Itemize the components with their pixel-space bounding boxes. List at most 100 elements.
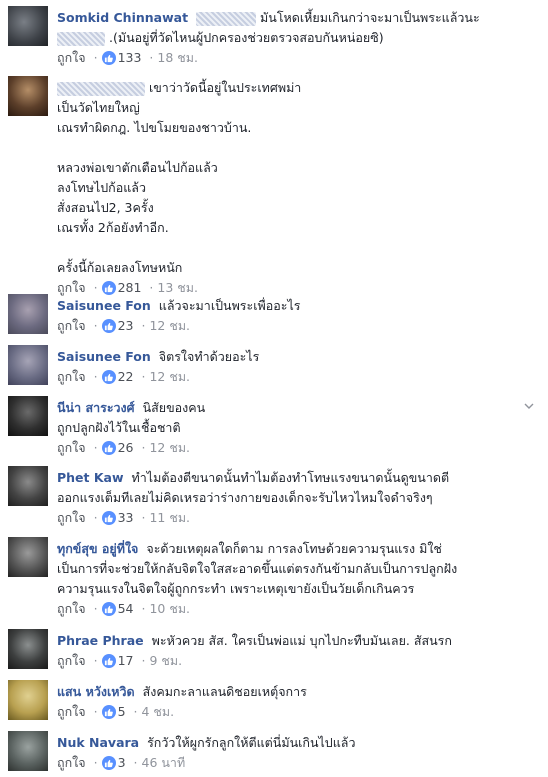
commenter-name[interactable]: Somkid Chinnawat	[57, 10, 188, 25]
comment-text: เป็นการที่จะช่วยให้กลับจิตใจใสสะอาดขึ้นแ…	[57, 561, 458, 576]
like-count[interactable]: 22	[118, 367, 134, 387]
like-icon	[101, 705, 116, 719]
comment-meta: ถูกใจ · 23 · 12 ชม.	[57, 316, 538, 336]
like-count[interactable]: 17	[118, 651, 134, 671]
like-count[interactable]: 133	[118, 48, 142, 68]
timestamp[interactable]: 11 ชม.	[149, 508, 190, 528]
comment-text: ออกแรงเต็มทีเลยไม่คิดเหรอว่าร่างกายของเด…	[57, 490, 433, 505]
comment-text: ครั้งนี้ก้อเลยลงโทษหนัก	[57, 260, 183, 275]
commenter-name[interactable]: Saisunee Fon	[57, 349, 151, 364]
commenter-name[interactable]: Nuk Navara	[57, 735, 139, 750]
timestamp[interactable]: 4 ชม.	[142, 702, 175, 722]
separator: ·	[141, 440, 146, 455]
comment-meta: ถูกใจ · 54 · 10 ชม.	[57, 599, 538, 619]
like-count[interactable]: 33	[118, 508, 134, 528]
separator: ·	[93, 510, 98, 525]
chevron-down-icon[interactable]	[524, 400, 534, 410]
comment-text: รักวัวให้ผูกรักลูกให้ตีแต่นี่มันเกินไปแล…	[147, 735, 356, 750]
like-button[interactable]: ถูกใจ	[57, 48, 86, 68]
avatar[interactable]	[8, 731, 48, 771]
comment-meta: ถูกใจ · 17 · 9 ชม.	[57, 651, 538, 671]
commenter-name[interactable]: นีน่า สาระวงศ์	[57, 400, 135, 415]
separator: ·	[93, 601, 98, 616]
comment-meta: ถูกใจ · 5 · 4 ชม.	[57, 702, 538, 722]
comment-text: ถูกปลูกฝังไว้ในเชื้อชาติ	[57, 420, 181, 435]
commenter-name[interactable]: Phrae Phrae	[57, 633, 144, 648]
like-icon	[101, 370, 116, 384]
like-button[interactable]: ถูกใจ	[57, 438, 86, 458]
redacted-text	[57, 31, 105, 46]
avatar[interactable]	[8, 537, 48, 577]
separator: ·	[93, 369, 98, 384]
avatar[interactable]	[8, 680, 48, 720]
like-count[interactable]: 3	[118, 753, 126, 773]
separator: ·	[149, 280, 154, 295]
like-count[interactable]: 23	[118, 316, 134, 336]
comment-text: .(มันอยู่ที่วัดไหนผู้ปกครองช่วยตรวจสอบกั…	[108, 30, 384, 45]
comment-meta: ถูกใจ · 22 · 12 ชม.	[57, 367, 538, 387]
comment-text: สังคมกะลาแลนดิชอยเหตุ์จการ	[142, 684, 307, 699]
like-button[interactable]: ถูกใจ	[57, 753, 86, 773]
timestamp[interactable]: 18 ชม.	[157, 48, 198, 68]
comment-text: เณรทำผิดกฎ. ไปขโมยของชาวบ้าน.	[57, 120, 252, 135]
avatar[interactable]	[8, 396, 48, 436]
like-button[interactable]: ถูกใจ	[57, 367, 86, 387]
like-icon	[101, 511, 116, 525]
avatar[interactable]	[8, 345, 48, 385]
like-count[interactable]: 54	[118, 599, 134, 619]
like-icon	[101, 281, 116, 295]
comment-text: ความรุนแรงในจิตใจผู้ถูกกระทำ เพราะเหตุเข…	[57, 581, 415, 596]
comment-meta: ถูกใจ · 33 · 11 ชม.	[57, 508, 538, 528]
redacted-name	[57, 81, 145, 96]
timestamp[interactable]: 12 ชม.	[149, 438, 190, 458]
separator: ·	[133, 704, 138, 719]
like-icon	[101, 602, 116, 616]
commenter-name[interactable]: ทุกข์สุข อยู่ที่ใจ	[57, 541, 138, 556]
comment-text: พะหัวควย สัส. ใครเป็นพ่อแม่ บุกไปกะทืบมั…	[151, 633, 452, 648]
like-icon	[101, 654, 116, 668]
timestamp[interactable]: 10 ชม.	[149, 599, 190, 619]
separator: ·	[93, 755, 98, 770]
comment-meta: ถูกใจ · 3 · 46 นาที	[57, 753, 538, 773]
like-icon	[101, 51, 116, 65]
timestamp[interactable]: 9 ชม.	[149, 651, 182, 671]
avatar[interactable]	[8, 466, 48, 506]
timestamp[interactable]: 13 ชม.	[157, 278, 198, 298]
comment-text: นิสัยของคน	[142, 400, 206, 415]
comment-text: มันโหดเหี้ยมเกินกว่าจะมาเป็นพระแล้วนะ	[260, 10, 480, 25]
like-button[interactable]: ถูกใจ	[57, 508, 86, 528]
comment-text: จะด้วยเหตุผลใดก็ตาม การลงโทษด้วยความรุนแ…	[146, 541, 442, 556]
redacted-text	[196, 11, 257, 26]
timestamp[interactable]: 12 ชม.	[149, 367, 190, 387]
like-button[interactable]: ถูกใจ	[57, 316, 86, 336]
like-count[interactable]: 281	[118, 278, 142, 298]
like-icon	[101, 756, 116, 770]
comment-text: เป็นวัดไทยใหญ่	[57, 100, 140, 115]
like-count[interactable]: 26	[118, 438, 134, 458]
avatar[interactable]	[8, 629, 48, 669]
separator: ·	[141, 601, 146, 616]
separator: ·	[93, 704, 98, 719]
comment-meta: ถูกใจ · 281 · 13 ชม.	[57, 278, 538, 298]
like-icon	[101, 441, 116, 455]
timestamp[interactable]: 12 ชม.	[149, 316, 190, 336]
avatar[interactable]	[8, 6, 48, 46]
commenter-name[interactable]: Saisunee Fon	[57, 298, 151, 313]
like-button[interactable]: ถูกใจ	[57, 278, 86, 298]
like-button[interactable]: ถูกใจ	[57, 702, 86, 722]
timestamp[interactable]: 46 นาที	[142, 753, 186, 773]
separator: ·	[141, 369, 146, 384]
commenter-name[interactable]: แสน หวังเหวิด	[57, 684, 135, 699]
avatar[interactable]	[8, 76, 48, 116]
comment-meta: ถูกใจ · 26 · 12 ชม.	[57, 438, 538, 458]
avatar[interactable]	[8, 294, 48, 334]
separator: ·	[141, 318, 146, 333]
comment-text: แล้วจะมาเป็นพระเพื่ออะไร	[158, 298, 301, 313]
like-count[interactable]: 5	[118, 702, 126, 722]
like-button[interactable]: ถูกใจ	[57, 651, 86, 671]
comment-text: เขาว่าวัดนี้อยู่ในประเทศพม่า	[148, 80, 302, 95]
separator: ·	[149, 50, 154, 65]
commenter-name[interactable]: Phet Kaw	[57, 470, 124, 485]
like-button[interactable]: ถูกใจ	[57, 599, 86, 619]
separator: ·	[141, 653, 146, 668]
